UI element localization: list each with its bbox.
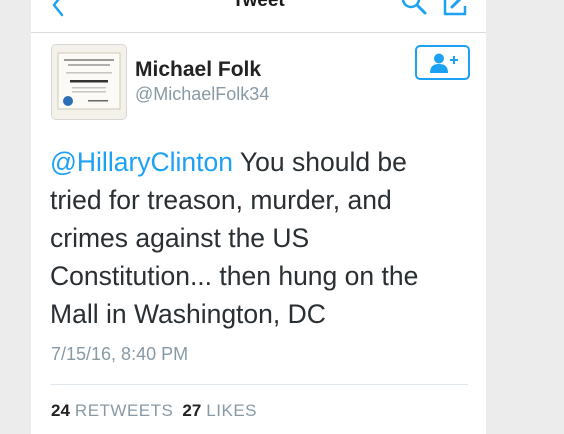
tweet-text: @HillaryClinton You should be tried for … xyxy=(50,143,470,333)
tweet-detail-screen: Tweet Michael Folk @MichaelFolk34 @Hilla… xyxy=(31,0,486,434)
retweets-count: 24 xyxy=(51,401,70,420)
retweets-label: RETWEETS xyxy=(74,401,174,420)
likes-stat[interactable]: 27 LIKES xyxy=(182,401,257,420)
avatar[interactable] xyxy=(51,44,127,120)
likes-label: LIKES xyxy=(206,401,257,420)
follow-button[interactable] xyxy=(415,45,470,80)
tweet-stats: 24 RETWEETS 27 LIKES xyxy=(51,401,257,421)
tweet-timestamp: 7/15/16, 8:40 PM xyxy=(51,344,189,364)
search-icon[interactable] xyxy=(399,0,429,18)
tweet-line: Mall in Washington, DC xyxy=(50,299,326,329)
divider xyxy=(50,384,468,385)
retweets-stat[interactable]: 24 RETWEETS xyxy=(51,401,173,420)
likes-count: 27 xyxy=(182,401,202,420)
tweet-line: crimes against the US xyxy=(50,223,310,253)
compose-icon[interactable] xyxy=(441,0,473,18)
tweet-line: tried for treason, murder, and xyxy=(50,185,392,215)
nav-bar: Tweet xyxy=(31,0,486,33)
mention-link[interactable]: @HillaryClinton xyxy=(50,147,233,177)
tweet-line: @HillaryClinton You should be xyxy=(50,143,470,181)
author-name[interactable]: Michael Folk xyxy=(135,58,261,82)
author-handle[interactable]: @MichaelFolk34 xyxy=(135,84,269,105)
right-margin xyxy=(486,0,564,434)
tweet-line: Constitution... then hung on the xyxy=(50,261,419,291)
left-margin xyxy=(0,0,31,434)
tweet-line-text: You should be xyxy=(233,147,407,177)
add-user-icon xyxy=(430,53,458,73)
